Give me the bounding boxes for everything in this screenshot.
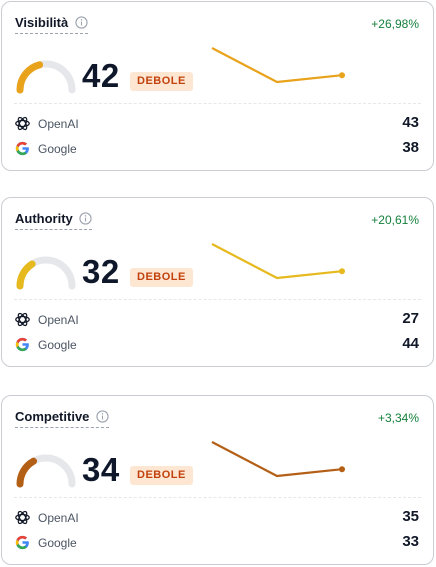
- openai-logo-icon: [15, 116, 30, 131]
- metric-card-visibility: Visibilità +26,98% 42 DEBOLE OpenAI 43 G…: [1, 1, 434, 171]
- source-value: 44: [402, 335, 419, 352]
- trend-sparkline: [211, 47, 345, 84]
- openai-logo-icon: [15, 510, 30, 525]
- score-gauge: [16, 454, 76, 488]
- source-row-openai: OpenAI 43: [14, 114, 419, 134]
- card-title[interactable]: Competitive: [15, 409, 110, 428]
- change-percent: +20,61%: [371, 213, 419, 227]
- change-percent: +26,98%: [371, 17, 419, 31]
- score-value: 34: [82, 451, 120, 488]
- trend-line: [211, 47, 343, 84]
- source-name: OpenAI: [38, 313, 79, 327]
- card-title-text: Competitive: [15, 409, 90, 424]
- metric-card-competitive: Competitive +3,34% 34 DEBOLE OpenAI 35 G…: [1, 395, 434, 565]
- trend-end-point: [339, 268, 345, 275]
- source-row-openai: OpenAI 35: [14, 508, 419, 528]
- card-title-text: Authority: [15, 211, 73, 226]
- source-name: Google: [38, 142, 77, 156]
- score-gauge: [16, 60, 76, 94]
- source-name: OpenAI: [38, 117, 79, 131]
- google-logo-icon: [15, 337, 29, 352]
- trend-line: [211, 243, 343, 280]
- source-row-google: Google 33: [14, 533, 419, 553]
- info-icon[interactable]: [75, 16, 88, 29]
- source-row-google: Google 38: [14, 139, 419, 159]
- openai-logo-icon: [15, 312, 30, 327]
- trend-end-point: [339, 466, 345, 473]
- card-title[interactable]: Authority: [15, 211, 93, 230]
- source-value: 35: [402, 508, 419, 525]
- source-row-openai: OpenAI 27: [14, 310, 419, 330]
- source-value: 27: [402, 310, 419, 327]
- source-name: Google: [38, 338, 77, 352]
- card-title[interactable]: Visibilità: [15, 15, 88, 34]
- source-value: 33: [402, 533, 419, 550]
- source-row-google: Google 44: [14, 335, 419, 355]
- metric-card-authority: Authority +20,61% 32 DEBOLE OpenAI 27 Go…: [1, 197, 434, 367]
- trend-sparkline: [211, 243, 345, 280]
- google-logo-icon: [15, 141, 29, 156]
- source-name: OpenAI: [38, 511, 79, 525]
- divider: [14, 103, 421, 104]
- status-badge: DEBOLE: [130, 268, 193, 287]
- source-value: 38: [402, 139, 419, 156]
- trend-line: [211, 441, 343, 478]
- divider: [14, 497, 421, 498]
- info-icon[interactable]: [79, 212, 93, 225]
- status-badge: DEBOLE: [130, 72, 193, 91]
- score-value: 32: [82, 253, 120, 290]
- trend-end-point: [339, 72, 345, 79]
- status-badge: DEBOLE: [130, 466, 193, 485]
- info-icon[interactable]: [96, 410, 109, 423]
- source-value: 43: [402, 114, 419, 131]
- score-gauge: [16, 256, 76, 290]
- card-title-text: Visibilità: [15, 15, 69, 30]
- score-value: 42: [82, 57, 120, 94]
- trend-sparkline: [211, 441, 345, 478]
- change-percent: +3,34%: [377, 411, 419, 425]
- google-logo-icon: [15, 535, 29, 550]
- source-name: Google: [38, 536, 77, 550]
- divider: [14, 299, 421, 300]
